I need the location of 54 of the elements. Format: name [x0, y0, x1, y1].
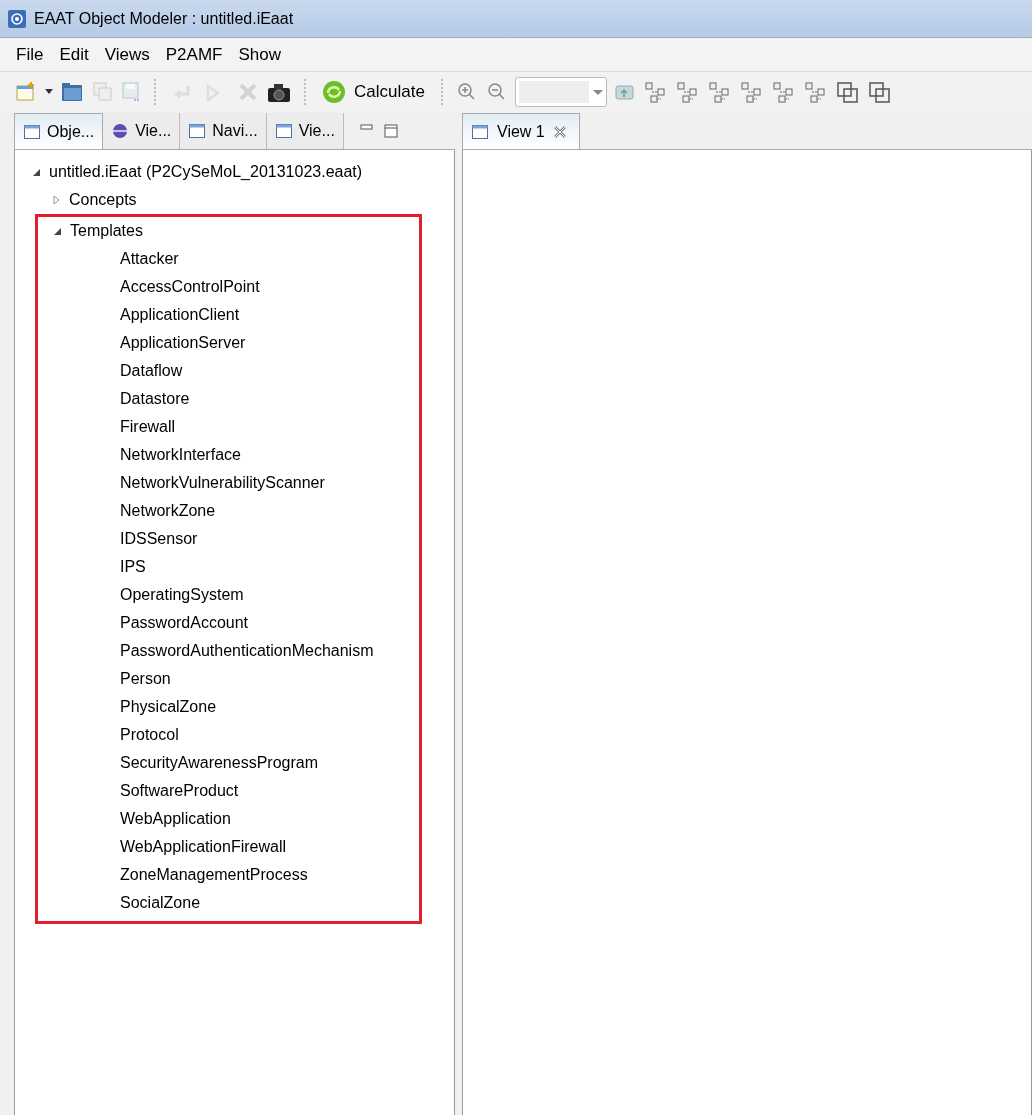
app-icon: [8, 9, 26, 28]
collapsed-arrow-icon[interactable]: [51, 195, 61, 205]
tree-item[interactable]: OperatingSystem: [120, 586, 244, 604]
tree-item[interactable]: PasswordAccount: [120, 614, 249, 632]
window-icon: [471, 123, 489, 140]
tree-item[interactable]: SoftwareProduct: [120, 782, 239, 800]
calculate-button[interactable]: Calculate: [318, 78, 429, 106]
window-icon: [274, 123, 293, 139]
tree-item[interactable]: Firewall: [120, 418, 176, 436]
menu-item[interactable]: P2AMF: [157, 41, 231, 68]
menu-item[interactable]: Edit: [51, 41, 97, 68]
menu-item[interactable]: File: [8, 41, 52, 68]
tree-item[interactable]: Datastore: [120, 390, 190, 408]
menu-item[interactable]: Views: [96, 41, 158, 68]
tree-item[interactable]: PhysicalZone: [120, 698, 217, 716]
tree-item[interactable]: Dataflow: [120, 362, 183, 380]
tree-item[interactable]: NetworkZone: [120, 502, 216, 520]
expanded-arrow-icon[interactable]: [52, 226, 62, 236]
tree-item[interactable]: Person: [120, 670, 171, 688]
tree-item[interactable]: IDSSensor: [120, 530, 198, 548]
tree-item[interactable]: Templates: [70, 222, 143, 240]
overlap-boxes-icon[interactable]: [866, 80, 893, 104]
caret-icon: [592, 87, 603, 97]
tree-item[interactable]: ApplicationServer: [120, 334, 246, 352]
tree-item[interactable]: SecurityAwarenessProgram: [120, 754, 318, 772]
menu-item[interactable]: Show: [230, 41, 289, 68]
expanded-arrow-icon[interactable]: [31, 167, 41, 177]
close-icon[interactable]: [552, 124, 567, 139]
tree-item[interactable]: ApplicationClient: [120, 306, 240, 324]
tree-item[interactable]: Concepts: [69, 191, 137, 209]
tree-item[interactable]: WebApplicationFirewall: [120, 838, 286, 856]
tree-item[interactable]: IPS: [120, 558, 146, 576]
view-tab[interactable]: Navi...: [180, 113, 267, 149]
tree-item[interactable]: ZoneManagementProcess: [120, 866, 308, 884]
tree-item[interactable]: Attacker: [120, 250, 179, 268]
view-tab[interactable]: Obje...: [14, 113, 104, 149]
editor-tab[interactable]: View 1: [462, 113, 580, 149]
overlap-boxes-icon[interactable]: [834, 80, 861, 104]
view-tab[interactable]: Vie...: [103, 113, 181, 149]
view-tab[interactable]: Vie...: [266, 113, 344, 149]
maximize-icon[interactable]: [383, 124, 398, 138]
globe-icon: [111, 123, 130, 139]
tree-item[interactable]: PasswordAuthenticationMechanism: [120, 642, 374, 660]
tree-item[interactable]: NetworkVulnerabilityScanner: [120, 474, 325, 492]
window-icon: [23, 123, 41, 140]
window-icon: [188, 123, 207, 139]
tree-item[interactable]: Protocol: [120, 726, 179, 744]
window-title: EAAT Object Modeler : untitled.iEaat: [34, 9, 294, 28]
tree-item[interactable]: NetworkInterface: [120, 446, 241, 464]
tree-item[interactable]: SocialZone: [120, 894, 201, 912]
tree-item[interactable]: WebApplication: [120, 810, 231, 828]
tree-item[interactable]: AccessControlPoint: [120, 278, 260, 296]
tree-item[interactable]: untitled.iEaat (P2CySeMoL_20131023.eaat): [49, 163, 363, 181]
recycle-icon: [322, 80, 346, 104]
